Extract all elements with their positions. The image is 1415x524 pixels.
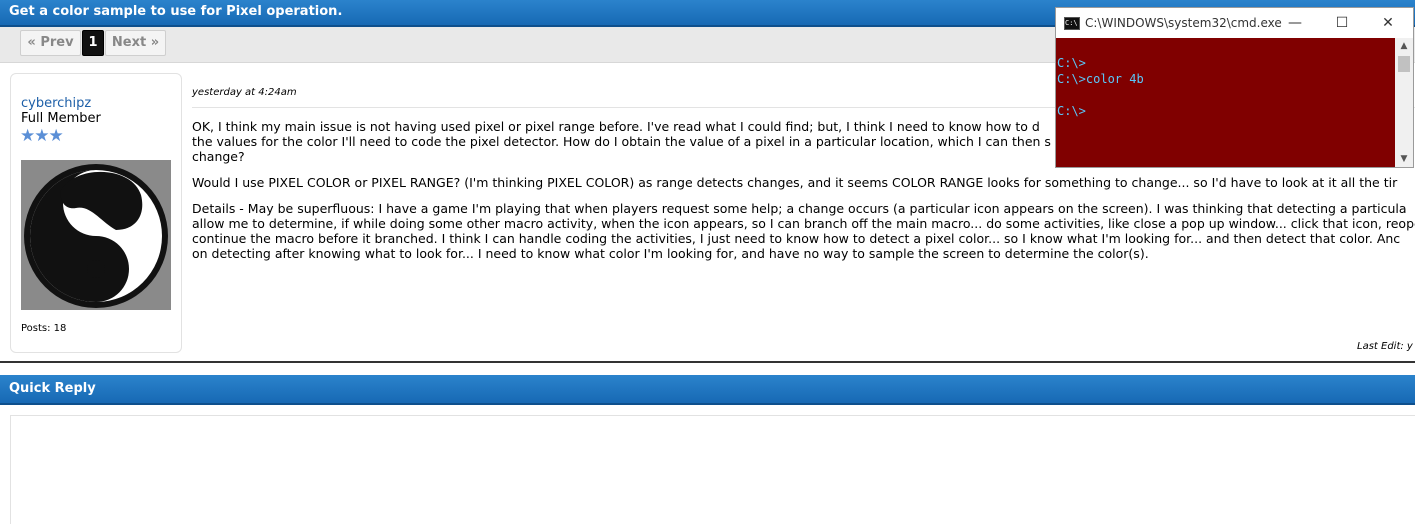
current-page[interactable]: 1 — [82, 30, 104, 56]
next-page-button[interactable]: Next » — [105, 30, 166, 56]
prev-page-button[interactable]: « Prev — [20, 30, 81, 56]
post-line: continue the macro before it branched. I… — [192, 231, 1401, 246]
console-icon: C:\ — [1064, 17, 1080, 30]
scroll-thumb[interactable] — [1398, 56, 1410, 72]
console-line: C:\> — [1057, 104, 1086, 118]
author-profile: cyberchipz Full Member ★★★ Posts: 18 — [10, 73, 182, 353]
cmd-window-title: C:\WINDOWS\system32\cmd.exe — [1085, 16, 1282, 30]
quick-reply-title: Quick Reply — [9, 381, 96, 396]
author-rank: Full Member — [21, 111, 101, 126]
scroll-down-icon[interactable]: ▼ — [1395, 151, 1413, 167]
cmd-window[interactable]: C:\ C:\WINDOWS\system32\cmd.exe — ☐ ✕ C:… — [1055, 7, 1414, 168]
post-date: yesterday at 4:24am — [192, 87, 297, 98]
console-scrollbar[interactable]: ▲ ▼ — [1395, 38, 1413, 167]
post-line: Would I use PIXEL COLOR or PIXEL RANGE? … — [192, 175, 1398, 190]
maximize-icon[interactable]: ☐ — [1327, 13, 1357, 33]
quick-reply-header: Quick Reply — [0, 375, 1415, 405]
post-count: Posts: 18 — [21, 323, 67, 334]
rank-stars-icon: ★★★ — [20, 126, 64, 146]
post-line: on detecting after knowing what to look … — [192, 246, 1149, 261]
author-name[interactable]: cyberchipz — [21, 96, 91, 111]
console-output[interactable]: C:\> C:\>color 4b C:\> — [1056, 38, 1395, 167]
avatar — [21, 160, 171, 310]
close-icon[interactable]: ✕ — [1373, 13, 1403, 33]
topic-title: Get a color sample to use for Pixel oper… — [9, 4, 343, 19]
cmd-titlebar[interactable]: C:\ C:\WINDOWS\system32\cmd.exe — ☐ ✕ — [1056, 8, 1413, 38]
console-line: C:\>color 4b — [1057, 72, 1144, 86]
post-line: Details - May be superfluous: I have a g… — [192, 201, 1407, 216]
minimize-icon[interactable]: — — [1280, 13, 1310, 33]
last-edit: Last Edit: y — [1357, 341, 1413, 352]
console-line: C:\> — [1057, 56, 1086, 70]
post-line: allow me to determine, if while doing so… — [192, 216, 1415, 231]
quick-reply-textarea[interactable] — [10, 415, 1415, 524]
scroll-up-icon[interactable]: ▲ — [1395, 38, 1413, 54]
